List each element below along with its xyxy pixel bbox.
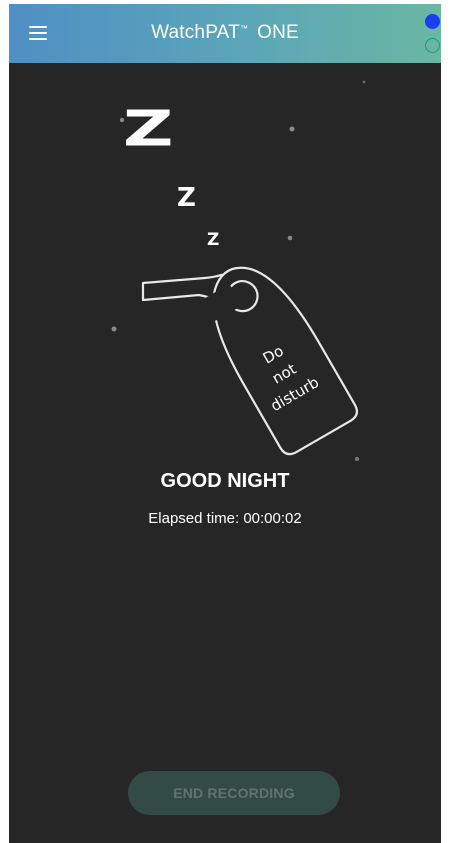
sleep-illustration: Z Z Z Do not disturb [111, 80, 366, 461]
app-bar: WatchPAT™ ONE [9, 4, 441, 63]
do-not-disturb-hanger-icon: Do not disturb [202, 266, 359, 456]
status-dot-filled [425, 14, 440, 29]
star-dot [289, 126, 295, 132]
elapsed-time-label: Elapsed time: 00:00:02 [148, 510, 302, 527]
app-title: WatchPAT™ ONE [9, 22, 441, 44]
app-title-name: WatchPAT [151, 22, 240, 43]
status-dot-hollow [425, 38, 440, 53]
star-dot [287, 235, 293, 241]
app-title-suffix: ONE [257, 22, 299, 43]
greeting-title: GOOD NIGHT [160, 470, 290, 492]
star-dot [111, 326, 117, 332]
snore-letter-large: Z [123, 100, 173, 157]
star-dot [355, 457, 359, 461]
snore-letter-small: Z [207, 230, 219, 250]
trademark-symbol: ™ [239, 24, 249, 33]
end-recording-button[interactable]: END RECORDING [128, 771, 340, 815]
snore-letter-medium: Z [177, 183, 196, 213]
star-dot [362, 80, 366, 84]
app-screen: WatchPAT™ ONE Z Z Z Do not disturb GOOD N… [9, 4, 441, 843]
